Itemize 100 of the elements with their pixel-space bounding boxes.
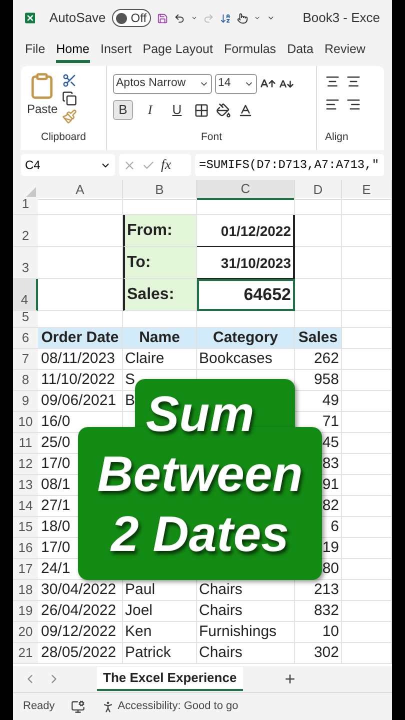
table-cell[interactable]: 49 — [322, 392, 339, 410]
table-cell[interactable]: 45 — [322, 434, 339, 452]
group-label: Align — [325, 130, 350, 146]
menu-tab[interactable]: Page Layout — [142, 39, 213, 63]
table-cell[interactable]: 26/04/2022 — [38, 601, 123, 622]
table-cell[interactable]: 18/0 — [41, 518, 70, 536]
table-cell[interactable]: B — [125, 392, 136, 410]
menu-tab[interactable]: Review — [324, 39, 366, 63]
table-cell[interactable]: 31/10/2023 — [197, 247, 295, 279]
table-cell[interactable]: Claire — [123, 349, 197, 370]
column-header[interactable]: A — [38, 180, 123, 200]
table-cell[interactable]: 80 — [322, 560, 339, 578]
table-cell[interactable]: 6 — [330, 518, 339, 536]
row-header[interactable]: 17 — [13, 559, 38, 580]
name-box[interactable]: C4 — [21, 154, 115, 176]
row-header[interactable]: 2 — [13, 215, 38, 247]
table-cell[interactable]: 09/12/2022 — [38, 622, 123, 643]
row-header[interactable]: 5 — [13, 311, 38, 328]
row-header[interactable]: 3 — [13, 247, 38, 279]
table-cell[interactable]: 10 — [295, 622, 342, 643]
accessibility-status[interactable]: Accessibility: Good to go — [118, 698, 238, 715]
format-button[interactable]: I — [140, 100, 160, 120]
autosave-label: AutoSave — [49, 9, 106, 28]
table-cell[interactable]: 91 — [322, 476, 339, 494]
row-header[interactable]: 13 — [13, 475, 38, 496]
formula-field[interactable]: =SUMIFS(D7:D713,A7:A713," — [195, 154, 384, 176]
row-header[interactable]: 18 — [13, 580, 38, 601]
table-cell[interactable]: From: — [123, 215, 197, 247]
title-text: 2 Dates — [111, 508, 289, 560]
table-cell[interactable]: 16/0 — [41, 413, 70, 431]
table-cell[interactable]: 958 — [314, 371, 339, 389]
column-header[interactable]: E — [342, 180, 392, 200]
row-header[interactable]: 4 — [13, 279, 38, 311]
row-header[interactable]: 15 — [13, 517, 38, 538]
table-cell[interactable]: Chairs — [197, 643, 295, 664]
row-header[interactable]: 14 — [13, 496, 38, 517]
title-text: Between — [97, 448, 303, 500]
menu-tab[interactable]: Insert — [100, 39, 132, 63]
table-cell[interactable]: Sales — [295, 328, 342, 349]
row-header[interactable]: 16 — [13, 538, 38, 559]
status-text: Ready — [23, 699, 55, 714]
format-button[interactable]: B — [113, 100, 133, 120]
format-button[interactable]: U — [167, 100, 187, 120]
row-header[interactable]: 7 — [13, 349, 38, 370]
menu-tab[interactable]: File — [25, 39, 46, 63]
menu-tab[interactable]: Home — [56, 39, 90, 63]
table-cell[interactable]: 17/0 — [41, 455, 70, 473]
font-size-field[interactable]: 14 — [215, 74, 257, 94]
table-cell[interactable]: 71 — [322, 413, 339, 431]
row-header[interactable]: 10 — [13, 412, 38, 433]
table-cell[interactable]: 24/1 — [41, 560, 70, 578]
table-cell[interactable]: 262 — [295, 349, 342, 370]
title-text: Sum — [146, 388, 254, 440]
row-header[interactable]: 9 — [13, 391, 38, 412]
table-cell[interactable]: 83 — [322, 455, 339, 473]
table-cell[interactable]: 08/1 — [41, 476, 70, 494]
column-header[interactable]: D — [295, 180, 342, 200]
table-cell[interactable]: 11/10/2022 — [41, 371, 115, 389]
menu-tab[interactable]: Formulas — [224, 39, 276, 63]
autosave-toggle[interactable]: Off — [112, 9, 151, 27]
table-cell[interactable]: Joel — [123, 601, 197, 622]
selected-cell[interactable]: 64652 — [197, 279, 295, 311]
table-cell[interactable]: Furnishings — [197, 622, 295, 643]
table-cell[interactable]: 01/12/2022 — [197, 215, 295, 247]
table-cell[interactable]: Bookcases — [197, 349, 295, 370]
row-header[interactable]: 21 — [13, 643, 38, 664]
table-cell[interactable]: 302 — [295, 643, 342, 664]
table-cell[interactable]: Chairs — [197, 601, 295, 622]
table-cell[interactable]: To: — [123, 247, 197, 279]
table-cell[interactable]: Ken — [123, 622, 197, 643]
font-name-field[interactable]: Aptos Narrow — [113, 74, 212, 94]
table-cell[interactable]: Name — [123, 328, 197, 349]
table-cell[interactable]: Category — [197, 328, 295, 349]
table-cell[interactable]: Order Date — [38, 328, 123, 349]
row-header[interactable]: 20 — [13, 622, 38, 643]
table-cell[interactable]: S — [125, 371, 136, 389]
table-cell[interactable]: 19 — [322, 539, 339, 557]
table-cell[interactable]: 28/05/2022 — [38, 643, 123, 664]
paste-button[interactable]: Paste — [27, 72, 58, 118]
table-cell[interactable]: Patrick — [123, 643, 197, 664]
sheet-tab[interactable]: The Excel Experience — [97, 667, 243, 691]
row-header[interactable]: 11 — [13, 433, 38, 454]
table-cell[interactable]: 832 — [295, 601, 342, 622]
table-cell[interactable]: 25/0 — [41, 434, 70, 452]
row-header[interactable]: 1 — [13, 198, 38, 215]
column-header[interactable]: C — [197, 180, 295, 200]
row-header[interactable]: 8 — [13, 370, 38, 391]
table-cell[interactable]: 17/0 — [41, 539, 70, 557]
group-label: Font — [200, 130, 223, 146]
add-sheet-button[interactable]: + — [284, 666, 296, 692]
table-cell[interactable]: 27/1 — [41, 497, 70, 515]
table-cell[interactable]: 09/06/2021 — [41, 392, 116, 410]
table-cell[interactable]: 08/11/2023 — [38, 349, 123, 370]
menu-tab[interactable]: Data — [287, 39, 314, 63]
row-header[interactable]: 19 — [13, 601, 38, 622]
table-cell[interactable]: 82 — [322, 497, 339, 515]
table-cell[interactable]: Sales: — [123, 279, 197, 311]
row-header[interactable]: 12 — [13, 454, 38, 475]
insert-function-button[interactable]: fx — [161, 154, 172, 176]
row-header[interactable]: 6 — [13, 328, 38, 349]
